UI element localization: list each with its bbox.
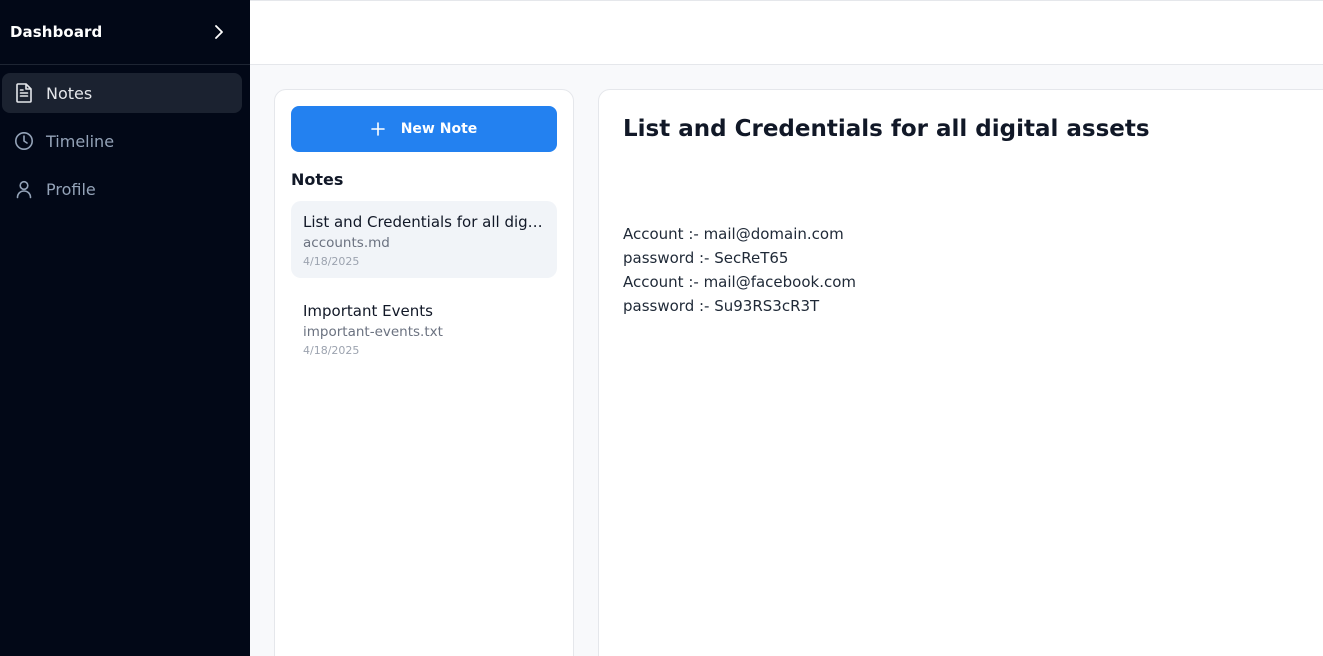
note-date: 4/18/2025 bbox=[303, 255, 360, 268]
note-editor-body[interactable]: Account :- mail@domain.com password :- S… bbox=[623, 222, 1323, 318]
clock-icon bbox=[14, 131, 34, 151]
note-editor-panel: List and Credentials for all digital ass… bbox=[598, 89, 1323, 656]
file-text-icon bbox=[14, 83, 34, 103]
sidebar-item-notes[interactable]: Notes bbox=[2, 73, 242, 113]
sidebar-title: Dashboard bbox=[10, 23, 103, 41]
note-filename: important-events.txt bbox=[303, 324, 443, 340]
note-filename: accounts.md bbox=[303, 235, 390, 251]
new-note-button[interactable]: New Note bbox=[291, 106, 557, 152]
note-line: Account :- mail@domain.com bbox=[623, 225, 844, 243]
sidebar-item-label: Profile bbox=[46, 179, 96, 199]
sidebar-item-label: Timeline bbox=[46, 131, 115, 151]
list-item[interactable]: Important Events important-events.txt 4/… bbox=[291, 290, 557, 367]
plus-icon bbox=[370, 122, 385, 136]
note-date: 4/18/2025 bbox=[303, 344, 360, 357]
sidebar-item-timeline[interactable]: Timeline bbox=[2, 121, 242, 161]
sidebar-nav: Notes Timeline Profile bbox=[0, 65, 250, 209]
list-item[interactable]: List and Credentials for all digital ass… bbox=[291, 201, 557, 278]
note-line: password :- Su93RS3cR3T bbox=[623, 297, 820, 315]
sidebar-item-profile[interactable]: Profile bbox=[2, 169, 242, 209]
top-bar bbox=[250, 0, 1323, 65]
new-note-label: New Note bbox=[400, 121, 478, 137]
note-line: password :- SecReT65 bbox=[623, 249, 789, 267]
note-title: Important Events bbox=[303, 302, 433, 320]
note-line: Account :- mail@facebook.com bbox=[623, 273, 857, 291]
notes-list-panel: New Note Notes List and Credentials for … bbox=[274, 89, 574, 656]
sidebar: Dashboard Notes Timeline Profile bbox=[0, 0, 250, 656]
sidebar-header: Dashboard bbox=[0, 0, 250, 65]
sidebar-item-label: Notes bbox=[46, 83, 93, 103]
user-icon bbox=[14, 179, 34, 199]
note-title: List and Credentials for all digital ass… bbox=[303, 213, 545, 231]
note-editor-title[interactable]: List and Credentials for all digital ass… bbox=[623, 116, 1323, 142]
chevron-right-icon[interactable] bbox=[210, 23, 228, 41]
notes-list-heading: Notes bbox=[291, 170, 344, 189]
